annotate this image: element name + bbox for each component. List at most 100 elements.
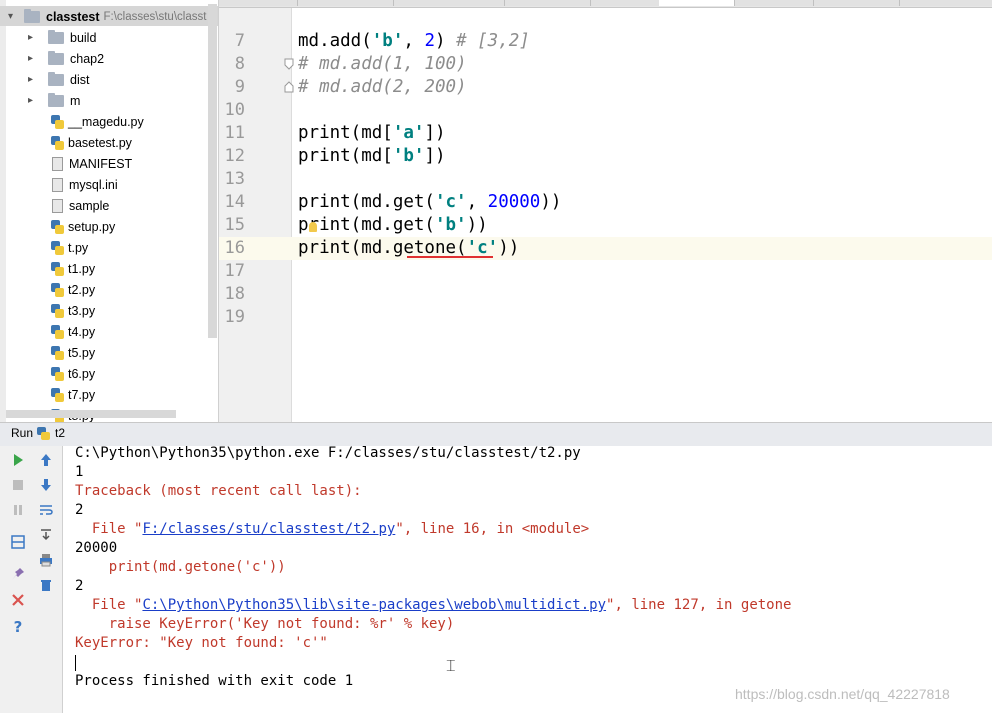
lightbulb-icon[interactable] — [309, 222, 317, 232]
line-number: 12 — [224, 146, 245, 166]
chevron-right-icon[interactable]: ▸ — [28, 32, 38, 43]
folder-icon — [48, 50, 64, 65]
tree-file[interactable]: t6.py — [50, 363, 95, 384]
line-number: 14 — [224, 192, 245, 212]
code-token: print(md.getone( — [298, 238, 467, 258]
tree-file[interactable]: t4.py — [50, 321, 95, 342]
editor-tab[interactable] — [814, 0, 900, 6]
svg-text:?: ? — [14, 618, 23, 634]
console-line: 2 — [75, 578, 84, 594]
traceback-file-link[interactable]: C:\Python\Python35\lib\site-packages\web… — [142, 597, 606, 613]
scroll-to-end-icon[interactable] — [38, 527, 54, 543]
close-icon[interactable] — [10, 592, 26, 608]
run-config-tab[interactable]: t2 — [55, 426, 65, 440]
console-text: File " — [75, 597, 143, 613]
line-number: 11 — [224, 123, 245, 143]
editor-tab[interactable] — [298, 0, 394, 6]
code-token: )) — [540, 192, 562, 212]
tree-file[interactable]: t7.py — [50, 384, 95, 405]
editor-tab[interactable] — [394, 0, 505, 6]
line-number: 8 — [234, 54, 245, 74]
tree-horizontal-scrollbar[interactable] — [6, 410, 176, 418]
text-file-icon — [52, 156, 63, 171]
layout-icon[interactable] — [10, 534, 26, 550]
tree-root-item[interactable]: ▾ classtest F:\classes\stu\classt — [8, 6, 206, 27]
fold-marker-icon[interactable] — [284, 81, 294, 93]
python-file-icon — [50, 261, 64, 276]
python-file-icon — [50, 345, 64, 360]
print-icon[interactable] — [38, 552, 54, 568]
code-token: print(md[ — [298, 123, 393, 143]
editor-tab[interactable] — [505, 0, 591, 6]
help-icon[interactable]: ? — [10, 618, 26, 634]
tree-file[interactable]: sample — [50, 195, 109, 216]
root-folder-name: classtest — [46, 9, 100, 24]
chevron-down-icon[interactable]: ▾ — [8, 11, 18, 22]
code-string: 'b' — [371, 31, 404, 51]
console-line: File "F:/classes/stu/classtest/t2.py", l… — [75, 520, 589, 539]
tree-file[interactable]: MANIFEST — [50, 153, 132, 174]
file-label: sample — [69, 198, 110, 213]
code-token: , — [466, 192, 488, 212]
code-token: ]) — [424, 146, 446, 166]
tree-folder-chap2[interactable]: ▸ chap2 — [28, 48, 104, 69]
code-token: , — [403, 31, 425, 51]
tree-file[interactable]: t5.py — [50, 342, 95, 363]
file-label: t3.py — [68, 303, 96, 318]
tree-file[interactable]: mysql.ini — [50, 174, 118, 195]
file-label: setup.py — [68, 219, 116, 234]
tree-vertical-scrollbar[interactable] — [208, 4, 217, 338]
code-string: 'b' — [392, 146, 425, 166]
rerun-icon[interactable] — [10, 452, 26, 468]
console-line: print(md.getone('c')) — [75, 559, 286, 575]
fold-marker-icon[interactable] — [284, 58, 294, 70]
editor-tab[interactable] — [219, 0, 298, 6]
pin-icon[interactable] — [10, 566, 26, 582]
tree-file[interactable]: setup.py — [50, 216, 115, 237]
file-label: t1.py — [68, 261, 96, 276]
trash-icon[interactable] — [38, 577, 54, 593]
arrow-down-icon[interactable] — [38, 477, 54, 493]
console-text: ", line 16, in <module> — [395, 521, 590, 537]
tree-file[interactable]: t2.py — [50, 279, 95, 300]
code-line-7: md.add('b', 2) # [3,2] — [298, 30, 530, 53]
code-line-15: print(md.get('b')) — [298, 214, 488, 237]
console-line: Traceback (most recent call last): — [75, 483, 362, 499]
file-label: t.py — [68, 240, 89, 255]
tree-folder-m[interactable]: ▸ m — [28, 90, 80, 111]
tree-file[interactable]: t.py — [50, 237, 88, 258]
traceback-file-link[interactable]: F:/classes/stu/classtest/t2.py — [142, 521, 395, 537]
python-file-icon — [50, 135, 64, 150]
file-label: MANIFEST — [69, 156, 133, 171]
line-number: 17 — [224, 261, 245, 281]
tree-file[interactable]: basetest.py — [50, 132, 132, 153]
python-file-icon — [50, 366, 64, 381]
chevron-right-icon[interactable]: ▸ — [28, 53, 38, 64]
tree-file[interactable]: __magedu.py — [50, 111, 144, 132]
soft-wrap-icon[interactable] — [38, 502, 54, 518]
folder-icon — [48, 29, 64, 44]
code-string: 'c' — [434, 192, 467, 212]
chevron-right-icon[interactable]: ▸ — [28, 95, 38, 106]
arrow-up-icon[interactable] — [38, 452, 54, 468]
file-label: t6.py — [68, 366, 96, 381]
console-line: 20000 — [75, 540, 118, 556]
text-file-icon — [52, 177, 63, 192]
tree-file[interactable]: t3.py — [50, 300, 95, 321]
editor-tab[interactable] — [900, 0, 992, 6]
pause-icon[interactable] — [10, 502, 26, 518]
editor-tab[interactable] — [735, 0, 814, 6]
chevron-right-icon[interactable]: ▸ — [28, 74, 38, 85]
root-folder-path: F:\classes\stu\classt — [103, 10, 207, 23]
stop-icon[interactable] — [10, 477, 26, 493]
tree-folder-dist[interactable]: ▸ dist — [28, 69, 89, 90]
tree-folder-build[interactable]: ▸ build — [28, 27, 96, 48]
console-line: Process finished with exit code 1 — [75, 673, 354, 689]
file-label: mysql.ini — [69, 177, 118, 192]
tree-file[interactable]: t1.py — [50, 258, 95, 279]
folder-icon — [48, 92, 64, 107]
editor-tab-active[interactable] — [659, 0, 735, 6]
text-file-icon — [52, 198, 63, 213]
tree-gutter — [0, 0, 6, 422]
file-label: basetest.py — [68, 135, 132, 150]
